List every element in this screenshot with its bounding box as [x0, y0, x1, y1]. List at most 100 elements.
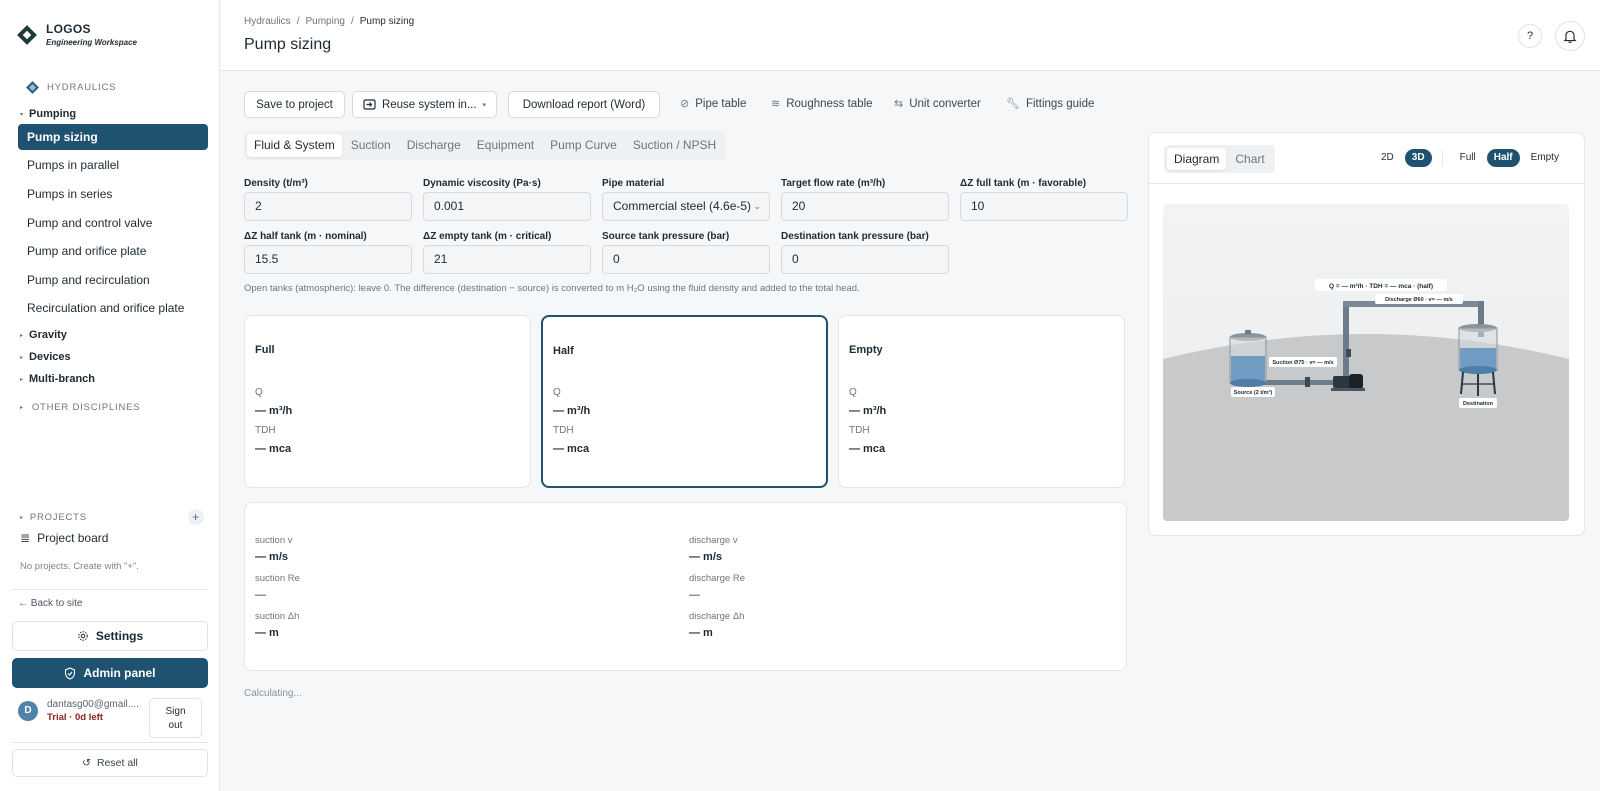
tab-suction[interactable]: Suction [344, 134, 398, 157]
source-pressure-label: Source tank pressure (bar) [602, 231, 730, 242]
section-other[interactable]: ▸ OTHER DISCIPLINES [20, 402, 140, 413]
discharge-dh-value: — m [689, 627, 713, 639]
result-card-empty[interactable]: Empty Q — m³/h TDH — mca [838, 315, 1125, 488]
user-info: D dantasg00@gmail.... Trial · 0d left [18, 699, 139, 723]
settings-button[interactable]: Settings [12, 621, 208, 651]
breadcrumb-pumping[interactable]: Pumping [305, 16, 344, 27]
q-value: — m³/h [255, 405, 293, 417]
shield-icon [65, 666, 76, 680]
download-report-button[interactable]: Download report (Word) [508, 91, 660, 118]
breadcrumb: Hydraulics / Pumping / Pump sizing [244, 16, 414, 27]
sidebar-item-pump-sizing[interactable]: Pump sizing [18, 124, 208, 150]
caret-right-icon: ▸ [20, 514, 24, 521]
dz-half-label: ΔZ half tank (m · nominal) [244, 231, 367, 242]
project-board-link[interactable]: ≣ Project board [20, 531, 108, 545]
discharge-label: Discharge Ø60 · v= — m/s [1385, 297, 1453, 303]
breadcrumb-current: Pump sizing [359, 16, 415, 27]
pipe-material-label: Pipe material [602, 178, 665, 189]
sidebar-item-recirc-orifice[interactable]: Recirculation and orifice plate [18, 295, 208, 321]
save-to-project-button[interactable]: Save to project [244, 91, 345, 118]
section-hydraulics-label: HYDRAULICS [47, 82, 117, 93]
density-label: Density (t/m³) [244, 178, 308, 189]
flow-input[interactable]: 20 [781, 192, 949, 221]
user-email: dantasg00@gmail.... [47, 699, 139, 710]
caret-right-icon: ▸ [20, 376, 24, 383]
toggle-3d[interactable]: 3D [1404, 149, 1432, 167]
tab-suction-npsh[interactable]: Suction / NPSH [626, 134, 723, 157]
section-tabs: Fluid & System Suction Discharge Equipme… [244, 131, 727, 160]
section-hydraulics[interactable]: HYDRAULICS [26, 81, 116, 94]
pipe-table-link[interactable]: ⊘ Pipe table [680, 97, 746, 111]
level-half[interactable]: Half [1486, 149, 1520, 167]
no-projects-text: No projects. Create with "+". [20, 561, 139, 572]
reuse-system-dropdown[interactable]: Reuse system in... ▾ [352, 91, 497, 118]
brand-title: LOGOS [46, 22, 91, 36]
sign-out-label-line2: out [168, 720, 183, 731]
discharge-re-label: discharge Re [689, 573, 745, 584]
sidebar-item-pump-orifice[interactable]: Pump and orifice plate [18, 238, 208, 264]
roughness-table-link[interactable]: ≋ Roughness table [771, 97, 873, 111]
level-full[interactable]: Full [1453, 149, 1483, 167]
group-gravity[interactable]: ▸ Gravity [20, 329, 67, 341]
tab-pump-curve[interactable]: Pump Curve [543, 134, 624, 157]
density-input[interactable]: 2 [244, 192, 412, 221]
sidebar-item-pumps-series[interactable]: Pumps in series [18, 181, 208, 207]
brand-logo[interactable]: LOGOS Engineering Workspace [17, 22, 137, 47]
toggle-2d[interactable]: 2D [1374, 149, 1401, 167]
fittings-guide-link[interactable]: 🔧︎ Fittings guide [1006, 97, 1094, 111]
source-pressure-input[interactable]: 0 [602, 245, 770, 274]
sidebar: LOGOS Engineering Workspace HYDRAULICS ▾… [0, 0, 220, 791]
add-project-button[interactable]: + [188, 509, 204, 525]
help-button[interactable]: ? [1518, 24, 1542, 48]
sidebar-item-pump-control-valve[interactable]: Pump and control valve [18, 210, 208, 236]
ground-plane [1163, 334, 1569, 521]
tdh-value: — mca [553, 443, 590, 455]
tab-diagram[interactable]: Diagram [1167, 148, 1227, 170]
breadcrumb-hydraulics[interactable]: Hydraulics [244, 16, 291, 27]
caret-right-icon: ▸ [20, 332, 24, 339]
dz-empty-input[interactable]: 21 [423, 245, 591, 274]
level-toggle: 2D 3D Full Half Empty [1374, 149, 1566, 167]
source-tank [1229, 330, 1267, 387]
sidebar-item-pump-recirculation[interactable]: Pump and recirculation [18, 267, 208, 293]
tab-fluid-system[interactable]: Fluid & System [247, 134, 342, 157]
dz-half-input[interactable]: 15.5 [244, 245, 412, 274]
tab-discharge[interactable]: Discharge [400, 134, 468, 157]
caret-right-icon: ▸ [20, 354, 24, 361]
dest-pressure-input[interactable]: 0 [781, 245, 949, 274]
velocity-panel: suction v — m/s discharge v — m/s suctio… [244, 502, 1127, 671]
group-pumping[interactable]: ▾ Pumping [20, 108, 76, 120]
group-devices[interactable]: ▸ Devices [20, 351, 71, 363]
viscosity-input[interactable]: 0.001 [423, 192, 591, 221]
suction-pipe [1263, 380, 1343, 385]
group-multibranch[interactable]: ▸ Multi-branch [20, 373, 95, 385]
result-card-half[interactable]: Half Q — m³/h TDH — mca [541, 315, 828, 488]
reset-icon: ↺ [82, 757, 91, 769]
status-text: Calculating... [244, 688, 302, 699]
tdh-label: TDH [849, 425, 870, 436]
reuse-system-label: Reuse system in... [381, 98, 477, 111]
sign-out-button[interactable]: Sign out [149, 698, 202, 738]
reset-all-button[interactable]: ↺ Reset all [12, 749, 208, 777]
pump-3d-scene[interactable]: Q = — m³/h · TDH = — mca · (half) Discha… [1163, 204, 1569, 521]
result-card-full[interactable]: Full Q — m³/h TDH — mca [244, 315, 531, 488]
dz-full-input[interactable]: 10 [960, 192, 1128, 221]
tab-equipment[interactable]: Equipment [470, 134, 541, 157]
group-devices-label: Devices [29, 351, 71, 363]
admin-panel-button[interactable]: Admin panel [12, 658, 208, 688]
avatar: D [18, 701, 38, 721]
back-to-site-link[interactable]: ← Back to site [18, 598, 82, 609]
pipe-material-select[interactable]: Commercial steel (4.6e-5) ⌄ [602, 192, 770, 221]
viscosity-label: Dynamic viscosity (Pa·s) [423, 178, 541, 189]
project-board-label: Project board [37, 531, 109, 545]
notifications-button[interactable] [1555, 21, 1585, 51]
discharge-v-value: — m/s [689, 551, 723, 563]
group-gravity-label: Gravity [29, 329, 67, 341]
import-icon [363, 99, 376, 110]
sidebar-item-pumps-parallel[interactable]: Pumps in parallel [18, 152, 208, 178]
unit-converter-link[interactable]: ⇆ Unit converter [894, 97, 981, 111]
group-pumping-label: Pumping [29, 108, 77, 120]
tab-chart[interactable]: Chart [1228, 148, 1271, 170]
pipe-icon: ⊘ [680, 98, 690, 110]
level-empty[interactable]: Empty [1524, 149, 1566, 167]
